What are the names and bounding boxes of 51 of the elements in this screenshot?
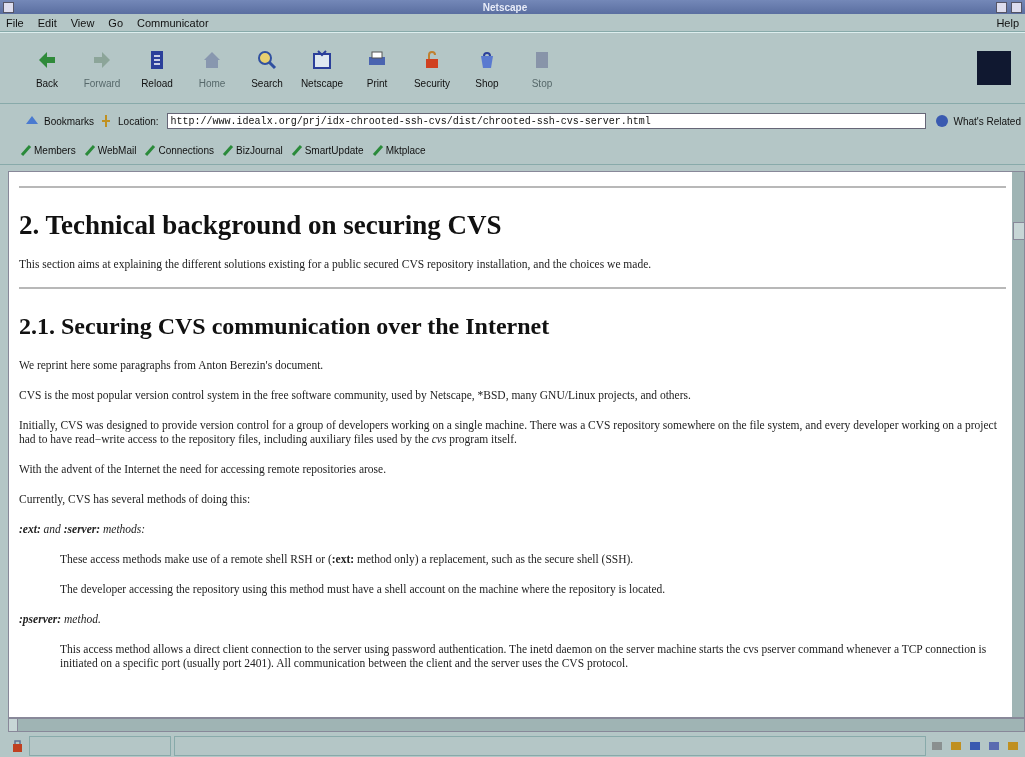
paragraph: We reprint here some paragraphs from Anton Berezin's document. [19, 358, 325, 372]
definition-term: :ext: and :server: methods: [19, 522, 147, 536]
menu-item[interactable]: View [70, 16, 95, 29]
definition-text: These access methods make use of a remote shell RSH or (:ext: method only) a replacement, such as the secure shell (SSH). [60, 552, 635, 566]
monitor-icon [310, 47, 334, 72]
pencil-icon [83, 144, 96, 156]
window-menu-icon[interactable] [3, 1, 14, 13]
pencil-icon [371, 144, 384, 156]
bookmark-link[interactable]: SmartUpdate [290, 144, 364, 156]
maximize-icon[interactable] [1011, 1, 1022, 13]
minimize-icon[interactable] [996, 1, 1007, 13]
paragraph: This section aims at explaining the different solutions existing for a public secured CVS repository installation, and the choices we made. [19, 257, 653, 271]
whats-related-button[interactable]: What's Related [953, 115, 1021, 127]
paragraph: Currently, CVS has several methods of doing this: [19, 492, 252, 506]
menu-item[interactable]: Communicator [137, 16, 209, 29]
menu-item[interactable]: Go [108, 16, 124, 29]
toolbar-button[interactable]: Security [407, 47, 457, 89]
vertical-scrollbar[interactable] [1012, 172, 1024, 717]
pencil-icon [222, 144, 234, 156]
horizontal-scrollbar[interactable] [8, 718, 1025, 732]
toolbar-button[interactable]: Reload [132, 47, 182, 89]
bookmark-link[interactable]: Mktplace [371, 144, 426, 156]
window-title: Netscape [481, 1, 529, 13]
definition-text: The developer accessing the repository using this method must have a shell account on the machine where the repository is located. [60, 582, 667, 596]
bookmark-link[interactable]: BizJournal [222, 144, 283, 156]
menu-item[interactable]: File [6, 16, 24, 29]
definition-text: This access method allows a direct client connection to the server using password authentication. The inetd daemon on the server machine starts the cvs pserver command whenever a TCP connection is initiated on a specific port (usually port 2401). All communication between the client and the server uses the CVS protocol. [60, 642, 988, 670]
globe-icon [933, 114, 950, 128]
url-field[interactable]: http://www.idealx.org/prj/idx-chrooted-ssh-cvs/dist/chrooted-ssh-cvs-server.html [166, 113, 926, 129]
pencil-icon [290, 144, 303, 156]
pencil-icon [144, 144, 157, 156]
subsection-heading: 2.1. Securing CVS communication over the Internet [19, 313, 551, 340]
section-heading: 2. Technical background on securing CVS [19, 210, 503, 241]
menu-item[interactable]: Edit [37, 16, 57, 29]
bookmarks-button[interactable]: Bookmarks [44, 115, 94, 127]
toolbar-button[interactable]: Shop [462, 47, 512, 89]
paragraph: Initially, CVS was designed to provide version control for a group of developers working on a single machine. There was a CVS repository somewhere on the file system, and every developer working on a project had to have read−write access to the repository files, including auxiliary files used by the cvs program itself. [19, 418, 998, 446]
bookmark-link[interactable]: Connections [144, 144, 214, 156]
help-menu[interactable]: Help [996, 16, 1019, 29]
bookmark-link[interactable]: WebMail [83, 144, 137, 156]
bookmark-link[interactable]: Members [20, 144, 76, 156]
paragraph: With the advent of the Internet the need for accessing remote repositories arose. [19, 462, 388, 476]
toolbar-button[interactable]: Print [352, 47, 402, 89]
definition-term: :pserver: method. [19, 612, 102, 626]
toolbar-button[interactable]: Search [242, 47, 292, 89]
pencil-icon [20, 144, 32, 156]
toolbar-button[interactable]: Netscape [297, 47, 347, 89]
paragraph: CVS is the most popular version control system in the free software community, used by Netscape, *BSD, many GNU/Linux projects, and others. [19, 388, 692, 402]
toolbar-button[interactable]: Back [22, 47, 72, 89]
browser-logo [977, 51, 1011, 85]
location-label: Location: [118, 115, 159, 127]
